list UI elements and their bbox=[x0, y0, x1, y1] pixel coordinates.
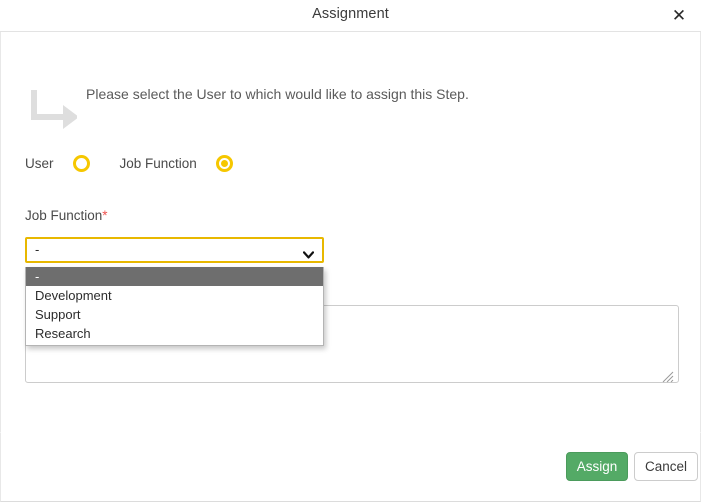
dialog-titlebar: Assignment ✕ bbox=[0, 0, 701, 32]
job-function-dropdown-list[interactable]: - Development Support Research bbox=[25, 267, 324, 346]
radio-label-user: User bbox=[25, 156, 54, 171]
radio-job-function[interactable] bbox=[216, 155, 233, 172]
dialog-footer: Assign Cancel bbox=[0, 432, 701, 502]
chevron-down-icon bbox=[303, 246, 314, 254]
intro-text: Please select the User to which would li… bbox=[86, 86, 469, 102]
dropdown-option-support[interactable]: Support bbox=[26, 305, 323, 324]
arrow-turn-down-right-icon bbox=[27, 88, 77, 132]
required-asterisk: * bbox=[102, 208, 107, 223]
job-function-select-value: - bbox=[35, 242, 39, 257]
job-function-field-label: Job Function* bbox=[25, 208, 108, 223]
dropdown-option-research[interactable]: Research bbox=[26, 324, 323, 343]
job-function-label-text: Job Function bbox=[25, 208, 102, 223]
dropdown-option-dash[interactable]: - bbox=[26, 267, 323, 286]
radio-user[interactable] bbox=[73, 155, 90, 172]
assignment-mode-radio-group: User Job Function bbox=[25, 155, 233, 172]
assign-button[interactable]: Assign bbox=[566, 452, 628, 481]
radio-label-job-function: Job Function bbox=[120, 156, 197, 171]
cancel-button[interactable]: Cancel bbox=[634, 452, 698, 481]
dialog-title: Assignment bbox=[0, 6, 701, 22]
dialog-body: Please select the User to which would li… bbox=[0, 32, 701, 432]
assignment-dialog: Assignment ✕ Please select the User to w… bbox=[0, 0, 701, 502]
dropdown-option-development[interactable]: Development bbox=[26, 286, 323, 305]
job-function-select[interactable]: - bbox=[25, 237, 324, 263]
close-icon[interactable]: ✕ bbox=[667, 4, 691, 28]
